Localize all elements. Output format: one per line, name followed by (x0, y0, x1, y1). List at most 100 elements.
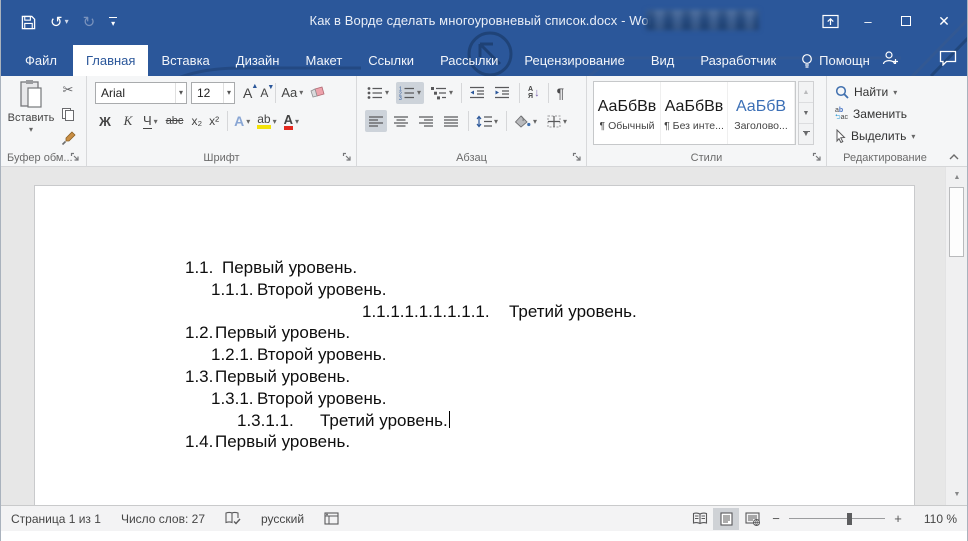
numbering-button[interactable]: 123 ▾ (396, 82, 424, 104)
document-page[interactable]: 1.1.Первый уровень.1.1.1.Второй уровень.… (34, 185, 915, 505)
document-line[interactable]: 1.1.1.Второй уровень. (35, 280, 914, 302)
document-line[interactable]: 1.1.1.1.1.1.1.1.1.Третий уровень. (35, 302, 914, 324)
styles-scroll-down-button[interactable]: ▼ (799, 103, 813, 124)
borders-button[interactable]: ▾ (545, 110, 569, 132)
style-card[interactable]: АаБбВЗаголово... (728, 82, 795, 144)
document-line[interactable]: 1.3.Первый уровень. (35, 367, 914, 389)
tab-view[interactable]: Вид (638, 45, 688, 76)
word-count[interactable]: Число слов: 27 (121, 512, 205, 526)
tab-references[interactable]: Ссылки (355, 45, 427, 76)
paragraph-dialog-launcher[interactable] (572, 152, 583, 163)
scroll-up-button[interactable]: ▲ (946, 169, 968, 186)
underline-button[interactable]: Ч▾ (143, 110, 158, 132)
increase-indent-button[interactable] (492, 82, 512, 104)
zoom-slider[interactable] (789, 508, 885, 530)
document-line[interactable]: 1.2.1.Второй уровень. (35, 345, 914, 367)
highlight-color-button[interactable]: ab▾ (257, 110, 276, 132)
comments-button[interactable] (939, 50, 957, 71)
ribbon-display-options-button[interactable] (811, 6, 849, 36)
paste-button[interactable]: Вставить ▾ (7, 79, 55, 149)
style-card[interactable]: АаБбВв¶ Обычный (594, 82, 661, 144)
replace-button[interactable]: ab⮌ac Заменить (835, 104, 907, 124)
italic-button[interactable]: К (121, 110, 135, 132)
tab-review[interactable]: Рецензирование (511, 45, 637, 76)
zoom-out-button[interactable]: − (765, 511, 787, 526)
document-area: 1.1.Первый уровень.1.1.1.Второй уровень.… (1, 167, 947, 505)
macro-recording-button[interactable] (324, 512, 339, 525)
tab-design[interactable]: Дизайн (223, 45, 293, 76)
document-line[interactable]: 1.2.Первый уровень. (35, 323, 914, 345)
shrink-font-button[interactable]: А▼ (260, 82, 268, 104)
styles-dialog-launcher[interactable] (812, 152, 823, 163)
tab-layout[interactable]: Макет (292, 45, 355, 76)
tab-insert[interactable]: Вставка (148, 45, 222, 76)
styles-scroll-up-button[interactable]: ▲ (799, 82, 813, 103)
document-line[interactable]: 1.1.Первый уровень. (35, 258, 914, 280)
font-size-value: 12 (197, 86, 210, 100)
language-indicator[interactable]: русский (261, 512, 304, 526)
bold-button[interactable]: Ж (97, 110, 113, 132)
format-painter-button[interactable] (57, 128, 79, 148)
font-family-combo[interactable]: Arial ▾ (95, 82, 187, 104)
change-case-button[interactable]: Aa▾ (281, 82, 303, 104)
select-button[interactable]: Выделить ▾ (835, 126, 915, 146)
font-dialog-launcher[interactable] (342, 152, 353, 163)
clear-formatting-button[interactable] (309, 82, 325, 104)
vertical-scrollbar[interactable]: ▲ ▼ (945, 167, 967, 505)
tab-mailings[interactable]: Рассылки (427, 45, 511, 76)
document-line[interactable]: 1.3.1.1.Третий уровень. (35, 411, 914, 433)
tab-help[interactable]: Помощн (789, 45, 882, 76)
multilevel-list-button[interactable]: ▾ (429, 82, 455, 104)
scroll-down-button[interactable]: ▼ (946, 486, 968, 503)
tab-file[interactable]: Файл (9, 45, 73, 76)
align-left-button[interactable] (365, 110, 387, 132)
clipboard-dialog-launcher[interactable] (70, 152, 81, 163)
ribbon-tabs: ФайлГлавнаяВставкаДизайнМакетСсылкиРассы… (9, 45, 789, 76)
maximize-button[interactable] (887, 6, 925, 36)
tab-developer[interactable]: Разработчик (687, 45, 789, 76)
cut-button[interactable]: ✂ (57, 80, 79, 100)
zoom-slider-handle[interactable] (847, 513, 852, 525)
paragraph-group-label: Абзац (357, 152, 586, 164)
zoom-in-button[interactable]: + (887, 511, 909, 526)
print-layout-button[interactable] (713, 508, 739, 530)
find-button[interactable]: Найти ▾ (835, 82, 897, 102)
close-button[interactable]: ✕ (925, 6, 963, 36)
grow-font-button[interactable]: А▲ (243, 82, 252, 104)
strikethrough-button[interactable]: abc (166, 110, 184, 132)
copy-button[interactable] (57, 104, 79, 124)
tab-home[interactable]: Главная (73, 45, 148, 76)
minimize-button[interactable]: – (849, 6, 887, 36)
share-contact-button[interactable] (882, 50, 899, 71)
font-size-combo[interactable]: 12 ▾ (191, 82, 235, 104)
align-center-button[interactable] (390, 110, 412, 132)
shading-button[interactable]: ▾ (512, 110, 539, 132)
web-layout-button[interactable] (739, 508, 765, 530)
sort-button[interactable]: АЯ ↓ (526, 82, 542, 104)
styles-more-button[interactable]: ▼ (799, 124, 813, 144)
show-paragraph-marks-button[interactable]: ¶ (555, 82, 567, 104)
superscript-button[interactable]: x² (209, 110, 219, 132)
page-indicator[interactable]: Страница 1 из 1 (11, 512, 101, 526)
document-line[interactable]: 1.4.Первый уровень. (35, 432, 914, 454)
zoom-level[interactable]: 110 % (909, 512, 957, 526)
read-mode-button[interactable] (687, 508, 713, 530)
scrollbar-thumb[interactable] (949, 187, 964, 257)
decrease-indent-button[interactable] (467, 82, 487, 104)
copy-icon (62, 108, 74, 121)
line-spacing-button[interactable]: ▾ (474, 110, 500, 132)
subscript-button[interactable]: x₂ (191, 110, 202, 132)
font-color-button[interactable]: А▾ (284, 110, 299, 132)
tab-row-right (882, 45, 968, 76)
document-line[interactable]: 1.3.1.Второй уровень. (35, 389, 914, 411)
text-effects-button[interactable]: А▾ (234, 110, 250, 132)
eraser-icon (309, 86, 325, 99)
style-card[interactable]: АаБбВв¶ Без инте... (661, 82, 728, 144)
align-right-button[interactable] (415, 110, 437, 132)
replace-label: Заменить (853, 107, 907, 121)
proofing-status[interactable] (225, 511, 241, 526)
list-number: 1.4. (185, 432, 213, 452)
justify-button[interactable] (440, 110, 462, 132)
bullets-button[interactable]: ▾ (365, 82, 391, 104)
collapse-ribbon-button[interactable] (948, 153, 960, 161)
